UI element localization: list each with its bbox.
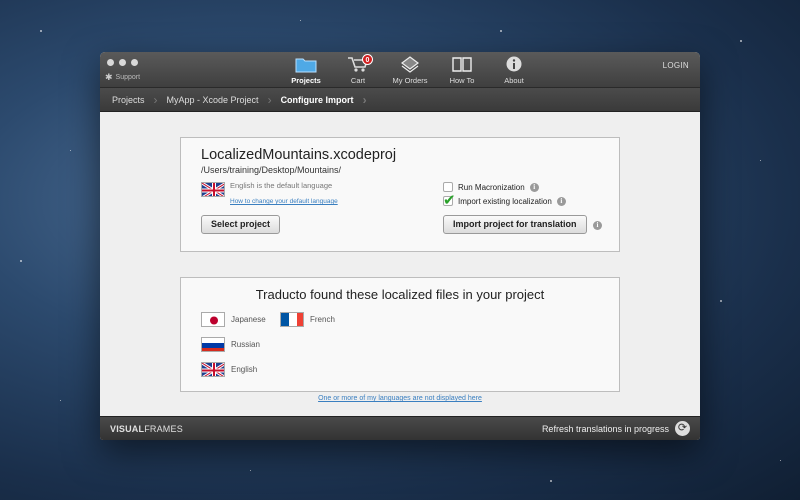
- brand-logo: VISUALFRAMES: [110, 424, 183, 434]
- japan-flag-icon: [201, 312, 225, 327]
- zoom-window-button[interactable]: [131, 59, 138, 66]
- breadcrumb-item[interactable]: MyApp - Xcode Project ›: [167, 93, 281, 107]
- toolbar-projects-label: Projects: [291, 76, 321, 85]
- run-macronization-label: Run Macronization: [458, 182, 525, 192]
- france-flag-icon: [280, 312, 304, 327]
- app-window: ✱ Support Projects 0 Cart My Orders How …: [100, 52, 700, 440]
- refresh-icon[interactable]: ⟳: [675, 421, 690, 436]
- language-label: English: [231, 365, 258, 374]
- bug-icon: ✱: [105, 72, 113, 82]
- info-icon: [488, 54, 540, 74]
- status-bar: VISUALFRAMES Refresh translations in pro…: [100, 416, 700, 440]
- russia-flag-icon: [201, 337, 225, 352]
- refresh-label: Refresh translations in progress: [541, 423, 669, 434]
- brand-bold: VISUAL: [110, 423, 145, 434]
- breadcrumb-item[interactable]: Projects ›: [112, 93, 167, 107]
- toolbar-about[interactable]: About: [488, 54, 540, 85]
- chevron-right-icon: ›: [153, 92, 158, 107]
- run-macronization-option[interactable]: Run Macronization i: [443, 182, 539, 192]
- import-localization-label: Import existing localization: [458, 196, 552, 206]
- brand-rest: FRAMES: [144, 423, 183, 434]
- breadcrumb-label: MyApp - Xcode Project: [166, 94, 259, 105]
- breadcrumb-label: Configure Import: [280, 94, 354, 105]
- missing-languages-link[interactable]: One or more of my languages are not disp…: [100, 395, 700, 402]
- toolbar-about-label: About: [504, 76, 524, 85]
- title-bar: ✱ Support Projects 0 Cart My Orders How …: [100, 52, 700, 88]
- toolbar-cart[interactable]: 0 Cart: [332, 54, 384, 85]
- toolbar-cart-label: Cart: [350, 76, 366, 85]
- main-content: LocalizedMountains.xcodeproj /Users/trai…: [100, 112, 700, 416]
- language-label: Japanese: [231, 315, 266, 324]
- select-project-button[interactable]: Select project: [201, 215, 281, 234]
- toolbar-projects[interactable]: Projects: [280, 54, 332, 85]
- default-language: English is the default language How to c…: [201, 182, 338, 208]
- found-files-panel: Traducto found these localized files in …: [180, 277, 620, 392]
- breadcrumb-current: Configure Import ›: [281, 93, 376, 107]
- breadcrumb: Projects › MyApp - Xcode Project › Confi…: [100, 88, 700, 112]
- cart-icon: [332, 54, 384, 74]
- import-localization-checkbox[interactable]: [443, 191, 456, 209]
- login-button[interactable]: LOGIN: [663, 61, 689, 70]
- book-icon: [436, 54, 488, 74]
- window-controls: [107, 59, 138, 66]
- toolbar-my-orders[interactable]: My Orders: [384, 54, 436, 85]
- folder-icon: [280, 54, 332, 74]
- chevron-right-icon: ›: [267, 92, 272, 107]
- found-files-title: Traducto found these localized files in …: [255, 287, 545, 302]
- import-localization-option[interactable]: Import existing localization i: [443, 191, 566, 209]
- toolbar-my-orders-label: My Orders: [392, 76, 428, 85]
- close-window-button[interactable]: [107, 59, 114, 66]
- default-language-text: English is the default language: [230, 181, 333, 190]
- import-project-button[interactable]: Import project for translation: [443, 215, 587, 234]
- project-path: /Users/training/Desktop/Mountains/: [201, 165, 342, 175]
- info-icon[interactable]: i: [556, 196, 566, 206]
- info-icon[interactable]: i: [593, 221, 602, 230]
- language-item: English: [201, 362, 257, 377]
- language-item: Russian: [201, 337, 260, 352]
- language-label: French: [310, 315, 335, 324]
- project-name: LocalizedMountains.xcodeproj: [201, 147, 397, 163]
- chevron-right-icon: ›: [362, 92, 367, 107]
- minimize-window-button[interactable]: [119, 59, 126, 66]
- toolbar-how-to[interactable]: How To: [436, 54, 488, 85]
- support-label: Support: [115, 74, 141, 81]
- language-item: French: [280, 312, 335, 327]
- orders-icon: [384, 54, 436, 74]
- change-language-link[interactable]: How to change your default language: [230, 198, 338, 205]
- main-toolbar: Projects 0 Cart My Orders How To About: [280, 54, 540, 85]
- cart-count-badge: 0: [362, 54, 373, 65]
- toolbar-how-to-label: How To: [449, 76, 475, 85]
- project-panel: LocalizedMountains.xcodeproj /Users/trai…: [180, 137, 620, 252]
- refresh-translations[interactable]: Refresh translations in progress ⟳: [542, 421, 690, 436]
- language-label: Russian: [231, 340, 260, 349]
- uk-flag-icon: [201, 362, 225, 377]
- support-link[interactable]: ✱ Support: [105, 72, 140, 83]
- language-item: Japanese: [201, 312, 266, 327]
- breadcrumb-label: Projects: [112, 94, 145, 105]
- uk-flag-icon: [201, 182, 225, 197]
- info-icon[interactable]: i: [529, 182, 539, 192]
